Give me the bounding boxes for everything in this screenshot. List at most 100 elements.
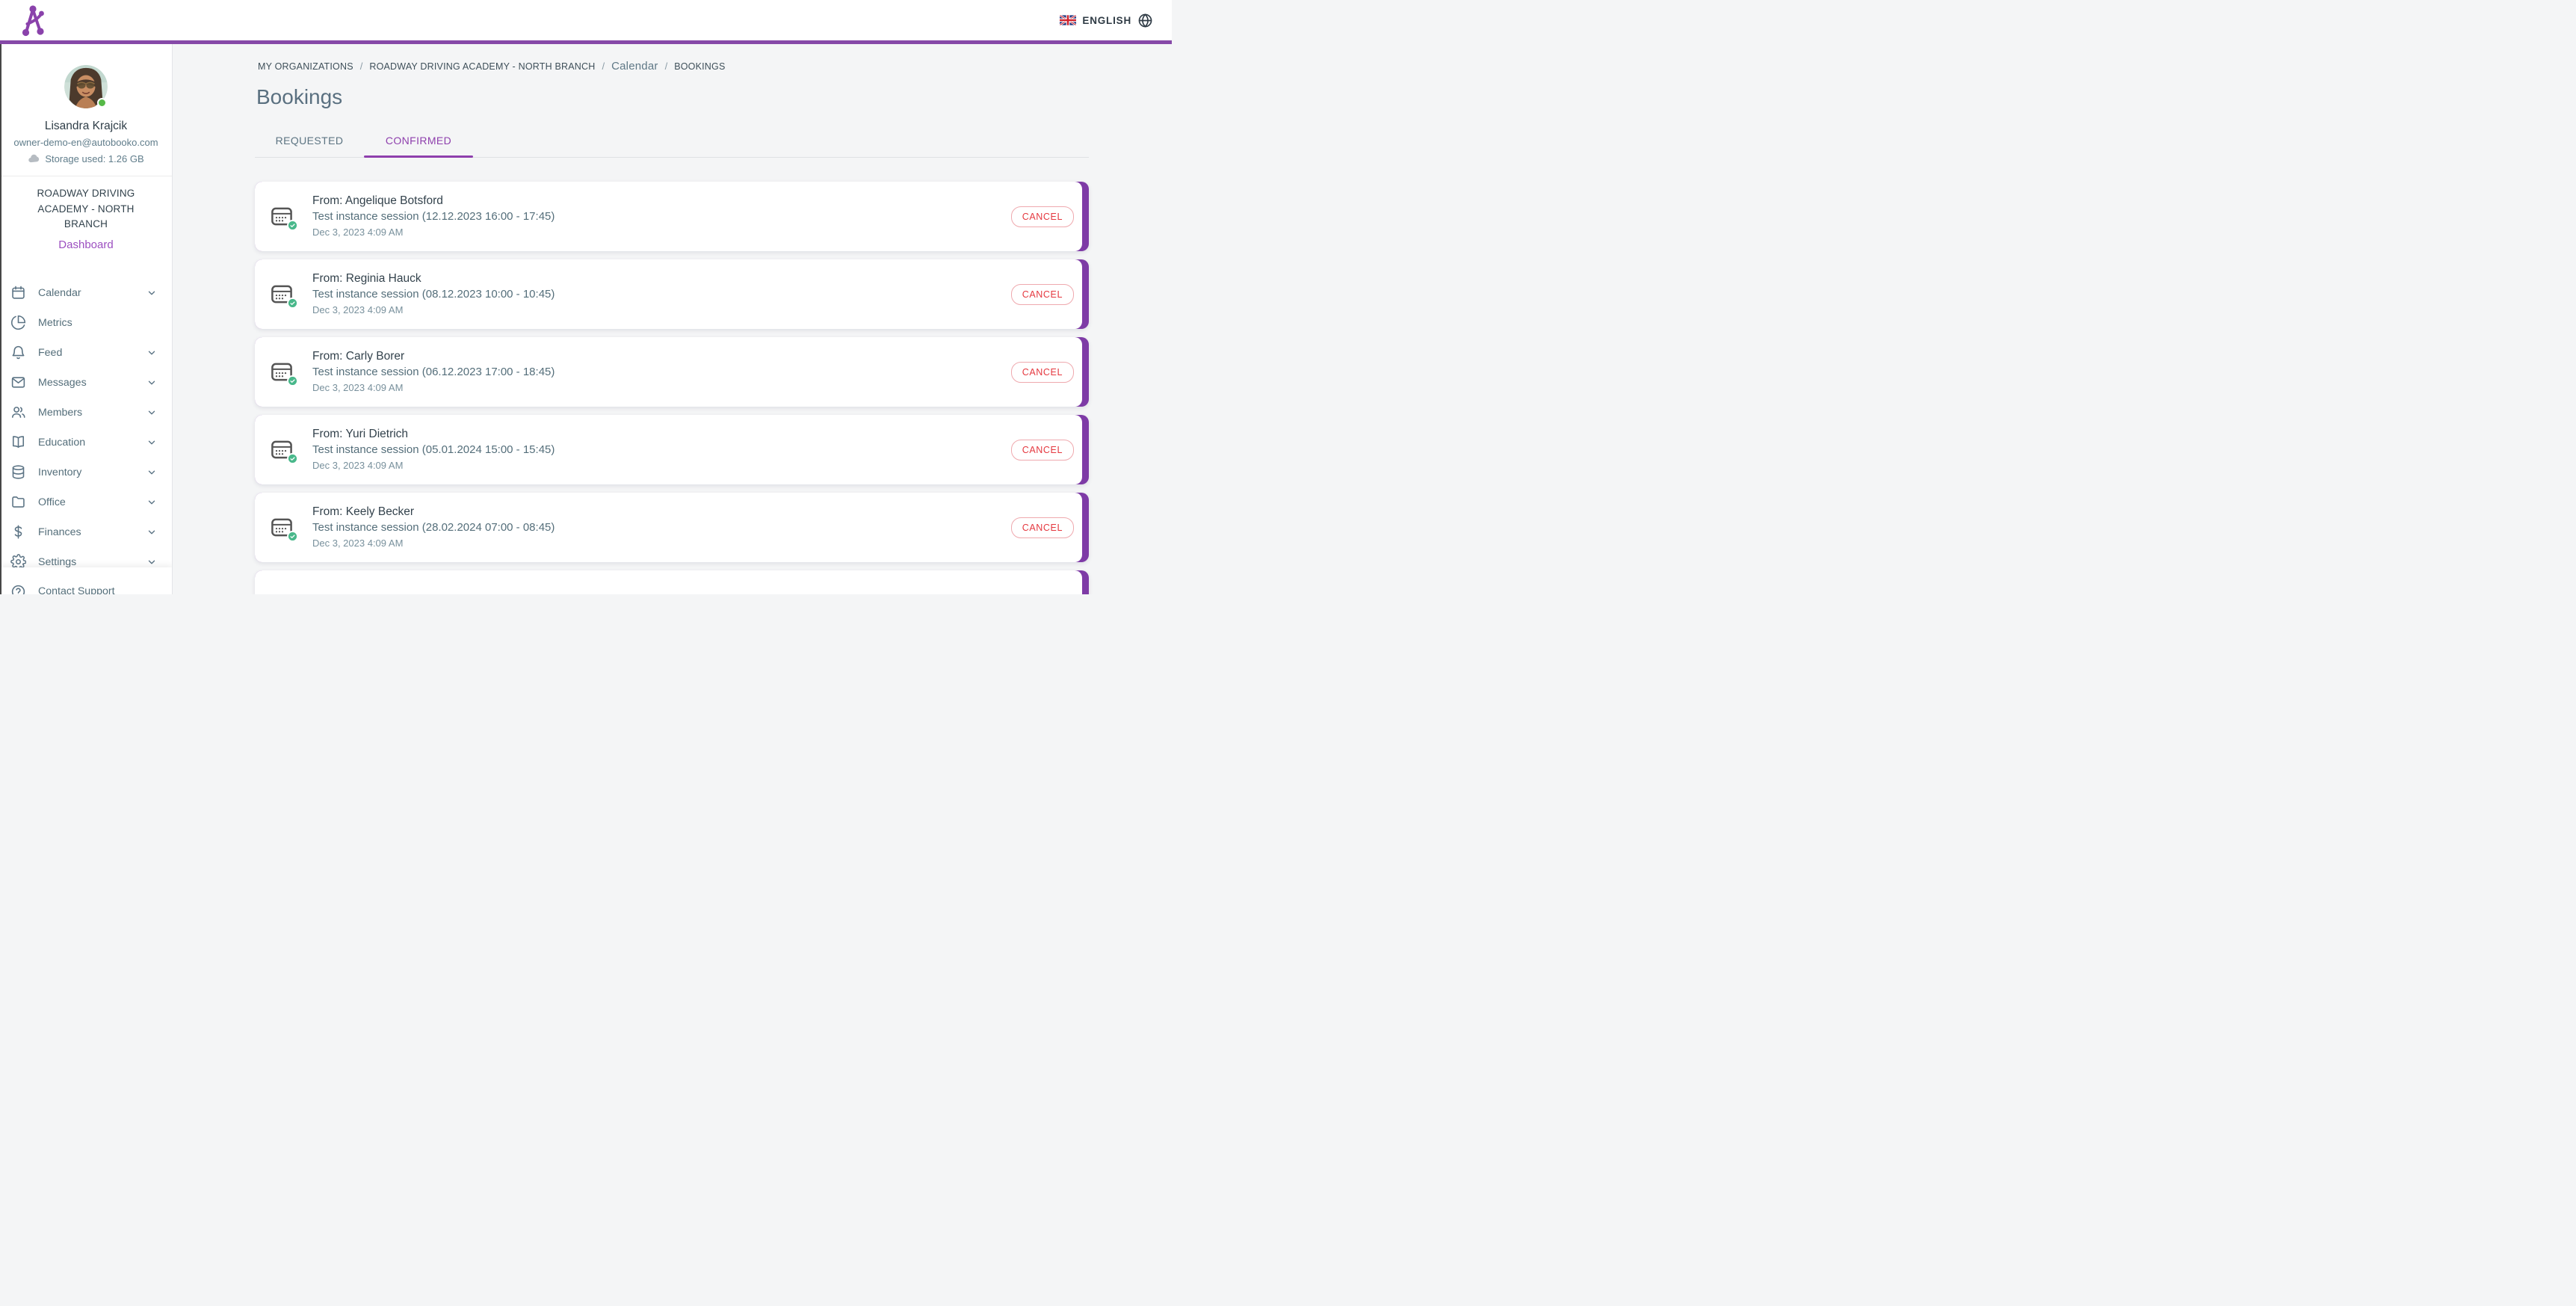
users-icon <box>10 404 26 420</box>
breadcrumb: MY ORGANIZATIONS / ROADWAY DRIVING ACADE… <box>258 60 1172 73</box>
booking-card: From: Carly BorerTest instance session (… <box>255 337 1089 407</box>
booking-created: Dec 3, 2023 4:09 AM <box>312 536 1011 551</box>
app-logo[interactable] <box>20 4 46 37</box>
booking-from: From: Yuri Dietrich <box>312 426 1011 442</box>
sidebar-item-feed[interactable]: Feed <box>0 338 172 368</box>
mail-icon <box>10 375 26 390</box>
confirmed-check-icon <box>287 453 298 464</box>
sidebar-item-finances[interactable]: Finances <box>0 517 172 547</box>
sidebar-item-office[interactable]: Office <box>0 487 172 517</box>
booking-session: Test instance session (06.12.2023 17:00 … <box>312 364 1011 381</box>
cancel-button[interactable]: CANCEL <box>1011 206 1074 227</box>
booking-card: From: Yuri DietrichTest instance session… <box>255 415 1089 484</box>
breadcrumb-my-organizations[interactable]: MY ORGANIZATIONS <box>258 61 353 72</box>
booking-calendar-icon <box>271 207 292 226</box>
booking-card: From: Reginia HauckTest instance session… <box>255 259 1089 329</box>
sidebar-item-label: Inventory <box>38 466 146 478</box>
booking-session: Test instance session (28.02.2024 07:00 … <box>312 520 1011 536</box>
sidebar-item-label: Education <box>38 437 146 449</box>
language-selector[interactable]: ENGLISH <box>1060 13 1153 28</box>
pie-chart-icon <box>10 315 26 330</box>
folder-icon <box>10 494 26 510</box>
user-email: owner-demo-en@autobooko.com <box>0 137 172 148</box>
booking-card-body: From: Yuri DietrichTest instance session… <box>255 415 1082 484</box>
breadcrumb-calendar[interactable]: Calendar <box>611 60 658 73</box>
chevron-down-icon <box>146 497 157 508</box>
sidebar-item-inventory[interactable]: Inventory <box>0 458 172 487</box>
chevron-down-icon <box>146 557 157 567</box>
sidebar: Lisandra Krajcik owner-demo-en@autobooko… <box>0 44 173 594</box>
sidebar-item-label: Calendar <box>38 287 146 299</box>
cancel-button[interactable]: CANCEL <box>1011 362 1074 383</box>
tab-confirmed[interactable]: CONFIRMED <box>364 124 473 157</box>
breadcrumb-organization[interactable]: ROADWAY DRIVING ACADEMY - NORTH BRANCH <box>369 61 595 72</box>
flag-uk-icon <box>1060 15 1076 25</box>
app-window: ENGLISH <box>0 0 1172 594</box>
chevron-down-icon <box>146 527 157 538</box>
user-profile: Lisandra Krajcik owner-demo-en@autobooko… <box>0 65 172 165</box>
organization-name: ROADWAY DRIVING ACADEMY - NORTH BRANCH <box>17 186 155 232</box>
top-header: ENGLISH <box>0 0 1172 44</box>
breadcrumb-separator: / <box>360 61 363 72</box>
sidebar-item-label: Contact Support <box>38 585 157 594</box>
sidebar-item-contact-support[interactable]: Contact Support <box>0 576 172 594</box>
globe-icon <box>1137 13 1153 28</box>
sidebar-item-label: Feed <box>38 347 146 359</box>
sidebar-item-label: Office <box>38 496 146 508</box>
booking-card-body: From: Keely BeckerTest instance session … <box>255 493 1082 562</box>
breadcrumb-separator: / <box>665 61 668 72</box>
sidebar-item-label: Finances <box>38 526 146 538</box>
sidebar-menu: Calendar Metrics Feed Messages Members Educat… <box>0 278 172 595</box>
confirmed-check-icon <box>287 220 298 231</box>
booking-calendar-icon <box>271 363 292 381</box>
chevron-down-icon <box>146 348 157 358</box>
cancel-button[interactable]: CANCEL <box>1011 517 1074 538</box>
sidebar-footer: Contact Support <box>0 567 172 594</box>
chevron-down-icon <box>146 288 157 298</box>
booking-card-body: From: Reginia HauckTest instance session… <box>255 259 1082 329</box>
dashboard-link[interactable]: Dashboard <box>0 238 172 251</box>
book-open-icon <box>10 434 26 450</box>
storage-label: Storage used: 1.26 GB <box>45 153 143 164</box>
booking-calendar-icon <box>271 440 292 459</box>
cancel-button[interactable]: CANCEL <box>1011 440 1074 461</box>
storage-usage: Storage used: 1.26 GB <box>0 153 172 165</box>
online-status-dot <box>97 98 107 108</box>
sidebar-item-metrics[interactable]: Metrics <box>0 308 172 338</box>
page-title: Bookings <box>256 85 1172 109</box>
database-icon <box>10 464 26 480</box>
booking-from: From: Angelique Botsford <box>312 193 1011 209</box>
user-name: Lisandra Krajcik <box>0 120 172 133</box>
logo-a-icon <box>20 4 46 37</box>
confirmed-check-icon <box>287 375 298 386</box>
breadcrumb-bookings: BOOKINGS <box>674 61 725 72</box>
main-content: MY ORGANIZATIONS / ROADWAY DRIVING ACADE… <box>173 44 1172 594</box>
booking-session: Test instance session (05.01.2024 15:00 … <box>312 442 1011 458</box>
booking-created: Dec 3, 2023 4:09 AM <box>312 381 1011 395</box>
booking-card-body: From: Hyman Schuppe <box>255 570 1082 594</box>
sidebar-item-members[interactable]: Members <box>0 398 172 428</box>
sidebar-item-label: Members <box>38 407 146 419</box>
booking-card-body: From: Carly BorerTest instance session (… <box>255 337 1082 407</box>
window-edge <box>0 44 1 594</box>
booking-created: Dec 3, 2023 4:09 AM <box>312 458 1011 473</box>
booking-from: From: Keely Becker <box>312 504 1011 520</box>
tab-requested[interactable]: REQUESTED <box>255 124 364 157</box>
booking-calendar-icon <box>271 518 292 537</box>
booking-card: From: Angelique BotsfordTest instance se… <box>255 182 1089 251</box>
chevron-down-icon <box>146 437 157 448</box>
sidebar-item-calendar[interactable]: Calendar <box>0 278 172 308</box>
breadcrumb-separator: / <box>602 61 605 72</box>
cloud-icon <box>28 153 40 165</box>
booking-from: From: Carly Borer <box>312 348 1011 364</box>
booking-calendar-icon <box>271 285 292 304</box>
sidebar-item-messages[interactable]: Messages <box>0 368 172 398</box>
sidebar-item-label: Messages <box>38 377 146 389</box>
booking-session: Test instance session (12.12.2023 16:00 … <box>312 209 1011 225</box>
cancel-button[interactable]: CANCEL <box>1011 284 1074 305</box>
language-label: ENGLISH <box>1082 15 1131 26</box>
booking-card: From: Hyman Schuppe <box>255 570 1089 594</box>
booking-created: Dec 3, 2023 4:09 AM <box>312 225 1011 240</box>
sidebar-item-education[interactable]: Education <box>0 428 172 458</box>
chevron-down-icon <box>146 467 157 478</box>
